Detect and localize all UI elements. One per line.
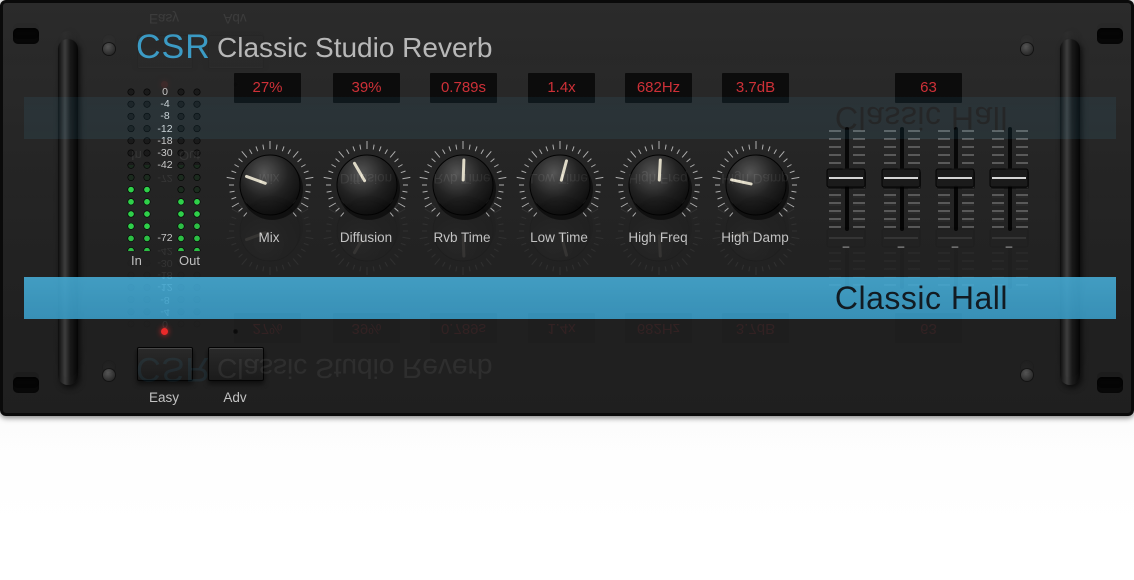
meter-led-icon — [127, 198, 135, 206]
meter-scale-label: -42 — [157, 159, 173, 172]
meter-scale-label: -18 — [157, 134, 173, 147]
meter-led-icon — [193, 198, 201, 206]
fader-4-value: – — [1005, 239, 1013, 253]
meter-led-icon — [127, 247, 135, 251]
adv-mode-button[interactable] — [208, 347, 264, 381]
meter-led-icon — [127, 210, 135, 218]
preset-name[interactable]: Classic Hall — [835, 280, 1008, 317]
adv-button-label: Adv — [223, 390, 247, 405]
high-freq-label: High Freq — [628, 230, 688, 245]
meter-led-icon — [127, 137, 135, 145]
easy-button-label: Easy — [148, 390, 179, 405]
fader-2[interactable] — [880, 125, 924, 233]
rack-handle-right — [1060, 39, 1080, 385]
meter-led-icon — [193, 100, 201, 108]
diffusion-label: Diffusion — [339, 230, 393, 245]
screw-icon — [1021, 369, 1033, 381]
high-damp-display[interactable]: 3.7dB — [722, 73, 789, 103]
mix-label: Mix — [258, 230, 280, 245]
meter-led-icon — [127, 161, 135, 169]
meter-led-icon — [193, 125, 201, 133]
rack-hole — [1097, 377, 1123, 393]
fader-value-display[interactable]: 63 — [895, 73, 962, 103]
meter-led-icon — [127, 88, 135, 96]
high-damp-label: High Damp — [721, 230, 789, 245]
rack-hole — [13, 377, 39, 393]
fader-4[interactable] — [988, 125, 1032, 233]
rvb-time-knob[interactable] — [417, 139, 509, 231]
meter-out-label: Out — [179, 253, 200, 268]
meter-led-icon — [127, 112, 135, 120]
preset-bar[interactable]: Classic Hall — [24, 277, 1116, 319]
diffusion-display[interactable]: 39% — [333, 73, 400, 103]
screw-icon — [103, 369, 115, 381]
meter-led-icon — [193, 210, 201, 218]
meter-led-icon — [193, 112, 201, 120]
meter-led-icon — [177, 173, 185, 181]
fader-2-value: – — [897, 239, 905, 253]
meter-led-icon — [127, 186, 135, 194]
meter-led-icon — [177, 247, 185, 251]
meter-led-icon — [143, 210, 151, 218]
rack-hole — [1097, 28, 1123, 44]
meter-scale-label: 0 — [162, 86, 168, 98]
meter-led-icon — [177, 222, 185, 230]
high-freq-display[interactable]: 682Hz — [625, 73, 692, 103]
meter-scale-label: -8 — [160, 110, 170, 123]
fader-1-value: – — [842, 239, 850, 253]
fader-1[interactable] — [825, 125, 869, 233]
meter-led-icon — [193, 173, 201, 181]
rack-handle-left — [58, 39, 78, 385]
rvb-time-label: Rvb Time — [433, 230, 491, 245]
meter-led-icon — [143, 222, 151, 230]
mix-display[interactable]: 27% — [234, 73, 301, 103]
fader-3-value: – — [951, 239, 959, 253]
low-time-label: Low Time — [530, 230, 588, 245]
meter-scale-label: -30 — [157, 147, 173, 159]
meter-led-icon — [127, 222, 135, 230]
plugin-panel: CSR Classic Studio Reverb 0 -4 -8 -12 -18 -30… — [0, 0, 1134, 416]
meter-led-icon — [143, 186, 151, 194]
meter-led-icon — [127, 173, 135, 181]
rvb-time-display[interactable]: 0.789s — [430, 73, 497, 103]
rack-hole — [13, 28, 39, 44]
meter-led-icon — [193, 161, 201, 169]
meter-led-icon — [143, 173, 151, 181]
high-freq-knob[interactable] — [613, 139, 705, 231]
fader-3[interactable] — [934, 125, 978, 233]
screw-icon — [103, 43, 115, 55]
meter-scale-label: -12 — [157, 122, 173, 135]
meter-led-icon — [193, 149, 201, 157]
meter-led-icon — [193, 247, 201, 251]
meter-led-icon — [177, 198, 185, 206]
product-title: Classic Studio Reverb — [217, 32, 493, 63]
meter-led-icon — [143, 247, 151, 251]
adv-led-icon — [232, 328, 239, 335]
meter-led-icon — [177, 210, 185, 218]
low-time-display[interactable]: 1.4x — [528, 73, 595, 103]
meter-led-icon — [127, 234, 135, 242]
easy-led-icon — [161, 328, 168, 335]
diffusion-knob[interactable] — [321, 139, 413, 231]
meter-led-icon — [193, 186, 201, 194]
meter-led-icon — [127, 125, 135, 133]
meter-in-label: In — [131, 253, 142, 268]
meter-led-icon — [193, 137, 201, 145]
meter-led-icon — [127, 100, 135, 108]
brand-logo: CSR — [136, 28, 211, 66]
meter-led-icon — [193, 234, 201, 242]
meter-led-icon — [127, 149, 135, 157]
low-time-knob[interactable] — [514, 139, 606, 231]
high-damp-knob[interactable] — [710, 139, 802, 231]
meter-led-icon — [193, 88, 201, 96]
meter-scale-label: -4 — [160, 98, 170, 111]
meter-led-icon — [143, 198, 151, 206]
screw-icon — [1021, 43, 1033, 55]
meter-scale-label: -72 — [157, 232, 173, 245]
easy-mode-button[interactable] — [137, 347, 193, 381]
meter-led-icon — [193, 222, 201, 230]
meter-led-icon — [177, 186, 185, 194]
mix-knob[interactable] — [224, 139, 316, 231]
